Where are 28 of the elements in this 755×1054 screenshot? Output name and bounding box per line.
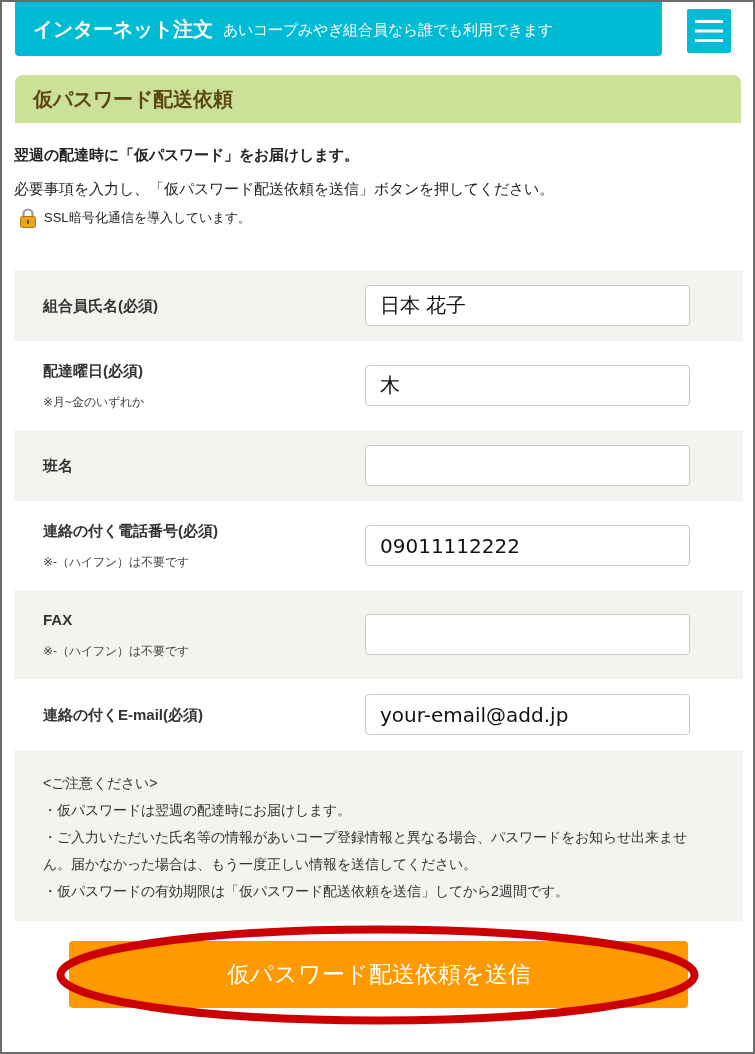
padlock-icon — [20, 208, 36, 228]
field-note: ※-（ハイフン）は不要です — [43, 554, 191, 571]
input-field[interactable]: 木 — [365, 365, 690, 406]
notice-text: ・ご入力いただいた氏名等の情報があいコープ登録情報と異なる場合、パスワードをお知らせ出来ません。届かなかった場合は、もう一度正しい情報を送信してください。 — [43, 828, 688, 874]
notice-heading: <ご注意ください> — [43, 774, 159, 793]
field-label: 連絡の付く電話番号(必須) — [43, 521, 219, 541]
field-label: 組合員氏名(必須) — [43, 295, 159, 316]
intro-lead-text: 翌週の配達時に「仮パスワード」をお届けします。 — [14, 145, 360, 165]
field-label: 配達曜日(必須) — [43, 361, 144, 381]
field-note: ※-（ハイフン）は不要です — [43, 643, 191, 660]
notice-text: ・仮パスワードの有効期限は「仮パスワード配送依頼を送信」してから2週間です。 — [43, 882, 570, 901]
page-heading: 仮パスワード配送依頼 — [15, 75, 741, 123]
field-label: 連絡の付くE-mail(必須) — [43, 704, 204, 725]
input-field[interactable]: 09011112222 — [365, 525, 690, 566]
header-subtitle: あいコープみやぎ組合員なら誰でも利用できます — [223, 21, 553, 37]
header-title: インターネット注文 — [33, 19, 213, 39]
field-label: FAX — [43, 610, 74, 630]
security-note: SSL暗号化通信を導入しています。 — [44, 209, 251, 227]
instruction-text: 必要事項を入力し、「仮パスワード配送依頼を送信」ボタンを押してください。 — [14, 179, 555, 199]
input-field[interactable] — [365, 445, 690, 486]
input-field[interactable]: 日本 花子 — [365, 285, 690, 326]
input-field[interactable] — [365, 614, 690, 655]
notice-text: ・仮パスワードは翌週の配達時にお届けします。 — [43, 801, 352, 820]
field-label: 班名 — [43, 455, 74, 476]
input-field[interactable]: your-email@add.jp — [365, 694, 690, 735]
menu-icon — [695, 20, 723, 42]
menu-button[interactable] — [687, 9, 731, 53]
field-note: ※月~金のいずれか — [43, 394, 146, 411]
